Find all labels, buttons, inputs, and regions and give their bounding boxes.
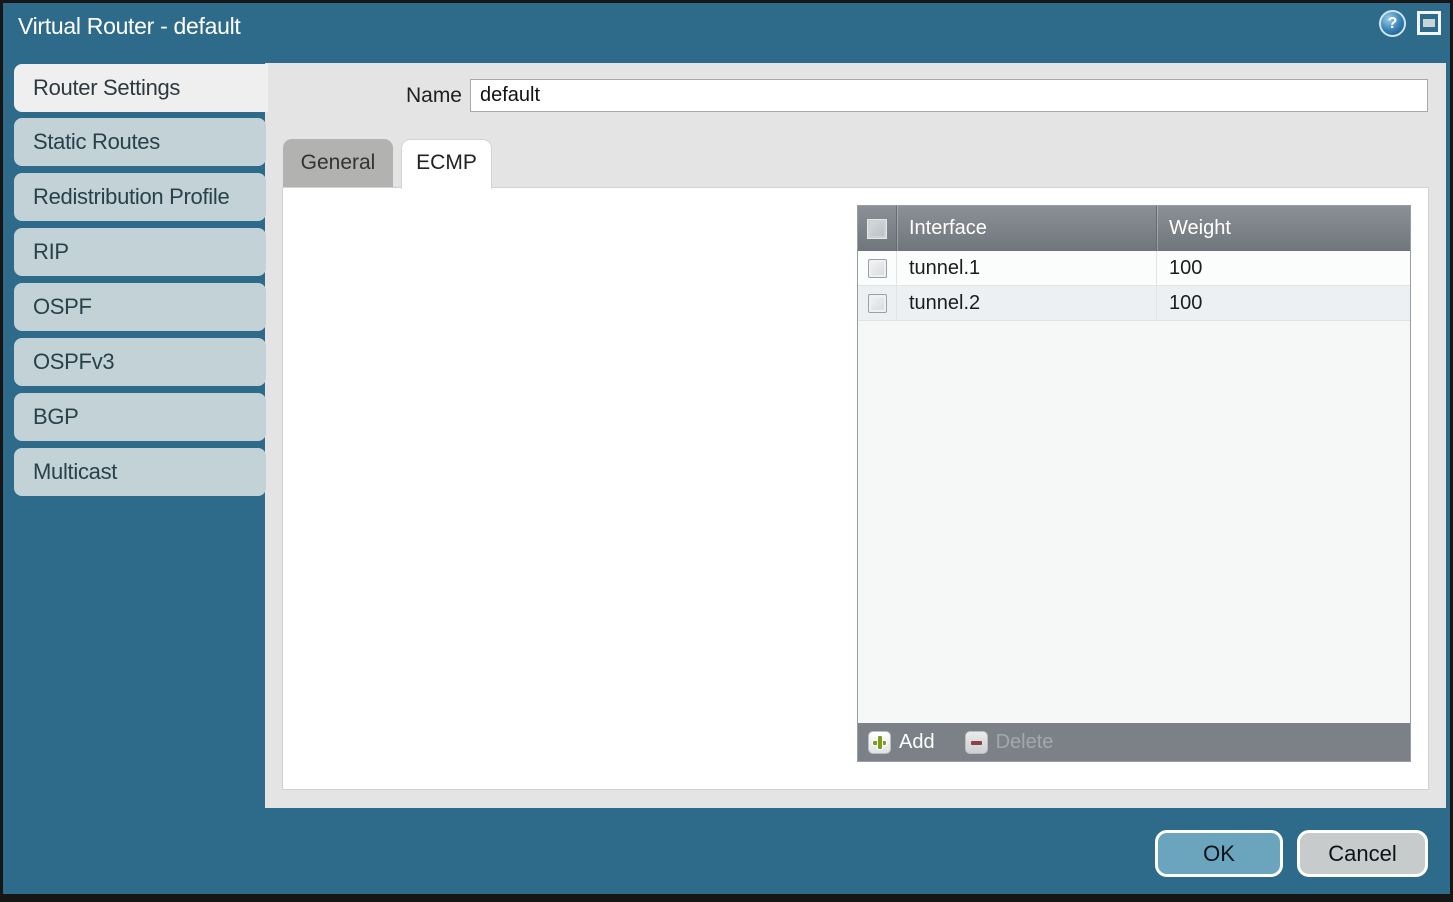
add-button[interactable]: Add	[868, 731, 935, 754]
column-header-interface[interactable]: Interface	[896, 206, 1156, 251]
delete-minus-icon	[965, 731, 988, 754]
table-row[interactable]: tunnel.1 100	[858, 251, 1410, 286]
tab-general[interactable]: General	[283, 139, 393, 187]
interface-cell: tunnel.1	[896, 251, 1156, 285]
sidebar-item-rip[interactable]: RIP	[14, 228, 266, 276]
sidebar-item-redistribution-profile[interactable]: Redistribution Profile	[14, 173, 266, 221]
table-header: Interface Weight	[858, 206, 1410, 251]
sidebar-item-router-settings[interactable]: Router Settings	[14, 64, 268, 112]
name-label: Name	[380, 84, 462, 108]
sidebar-item-static-routes[interactable]: Static Routes	[14, 118, 266, 166]
weight-cell: 100	[1156, 286, 1410, 320]
header-check-cell	[858, 206, 896, 251]
add-plus-icon	[868, 731, 891, 754]
row-check-cell	[858, 251, 896, 285]
sidebar-item-bgp[interactable]: BGP	[14, 393, 266, 441]
table-row[interactable]: tunnel.2 100	[858, 286, 1410, 321]
delete-button[interactable]: Delete	[965, 731, 1054, 754]
delete-button-label: Delete	[996, 731, 1054, 754]
question-mark-glyph: ?	[1388, 15, 1398, 33]
virtual-router-dialog: Virtual Router - default ? Router Settin…	[0, 0, 1453, 902]
row-checkbox[interactable]	[868, 259, 887, 278]
weight-cell: 100	[1156, 251, 1410, 285]
window-icon[interactable]	[1417, 11, 1441, 35]
sidebar-item-ospf[interactable]: OSPF	[14, 283, 266, 331]
ok-button[interactable]: OK	[1155, 830, 1283, 877]
dialog-title: Virtual Router - default	[18, 13, 241, 40]
table-toolbar: Add Delete	[858, 723, 1410, 761]
row-checkbox[interactable]	[868, 294, 887, 313]
row-check-cell	[858, 286, 896, 320]
add-button-label: Add	[899, 731, 935, 754]
window-inner-rect	[1423, 19, 1435, 27]
sidebar-item-ospfv3[interactable]: OSPFv3	[14, 338, 266, 386]
name-input[interactable]	[470, 79, 1428, 112]
column-header-weight[interactable]: Weight	[1156, 206, 1410, 251]
tab-ecmp[interactable]: ECMP	[401, 139, 492, 189]
cancel-button[interactable]: Cancel	[1297, 830, 1428, 877]
sidebar-item-multicast[interactable]: Multicast	[14, 448, 266, 496]
select-all-checkbox[interactable]	[867, 219, 887, 239]
interface-cell: tunnel.2	[896, 286, 1156, 320]
interface-table: Interface Weight tunnel.1 100 tunnel.2 1…	[857, 205, 1411, 762]
help-icon[interactable]: ?	[1379, 10, 1406, 37]
